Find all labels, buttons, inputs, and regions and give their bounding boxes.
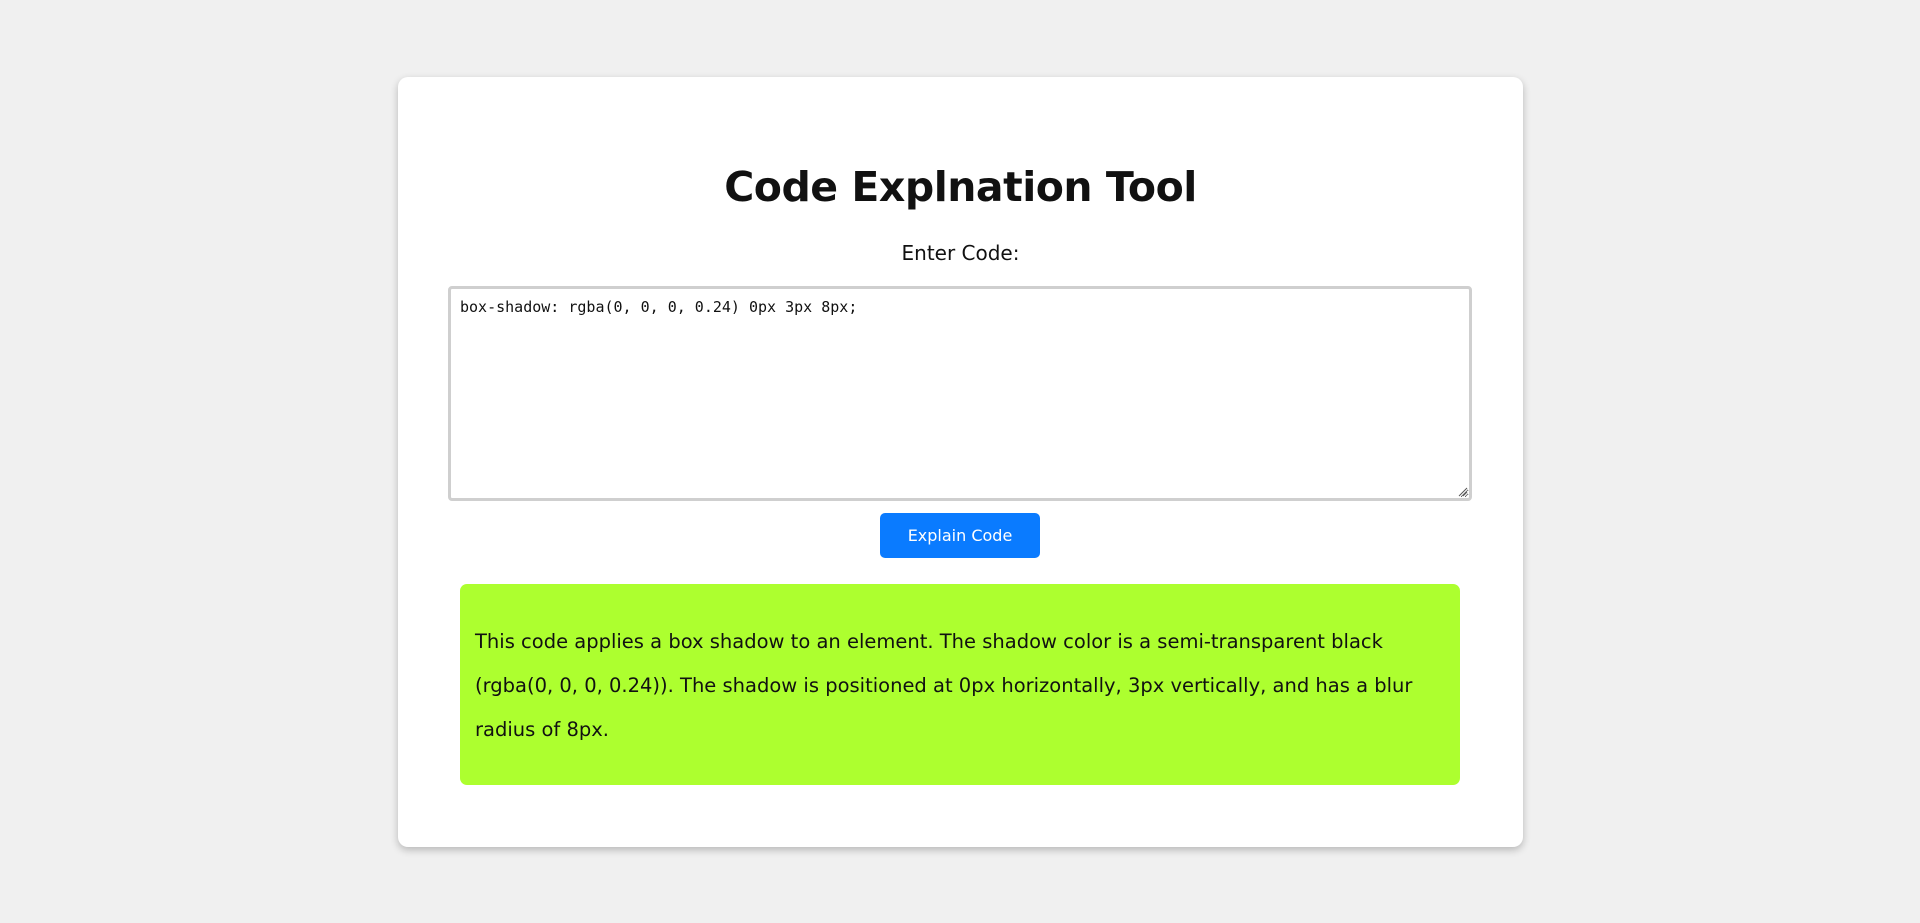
explain-code-button[interactable]: Explain Code (880, 513, 1040, 558)
page-title: Code Explnation Tool (724, 163, 1197, 211)
code-input[interactable] (448, 286, 1472, 501)
explanation-text: This code applies a box shadow to an ele… (475, 630, 1413, 741)
main-card: Code Explnation Tool Enter Code: Explain… (398, 77, 1523, 847)
code-input-label: Enter Code: (901, 241, 1020, 265)
explanation-output: This code applies a box shadow to an ele… (460, 584, 1460, 785)
